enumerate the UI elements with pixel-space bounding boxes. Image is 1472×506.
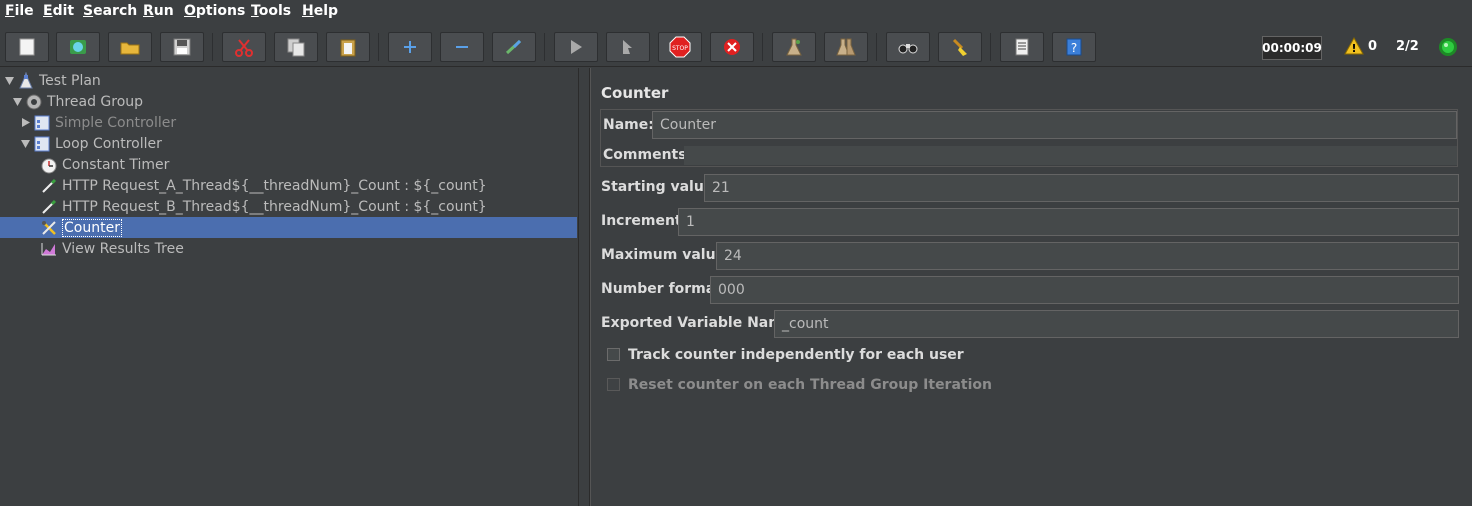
menu-help[interactable]: Help [302,3,338,19]
clear-icon [784,37,804,57]
svg-text:?: ? [1071,41,1077,55]
timer-icon [40,156,58,174]
collapse-icon [454,39,470,55]
new-icon [17,37,37,57]
split-pane-divider[interactable] [578,68,590,506]
tree-node-thread-group[interactable]: Thread Group [12,91,143,112]
comments-label: Comments: [603,147,693,163]
tree-node-loop-controller[interactable]: Loop Controller [20,133,162,154]
controller-icon [33,135,51,153]
toggle-icon [504,37,524,57]
collapsed-arrow-icon[interactable] [20,117,31,128]
tree-node-http-request-b[interactable]: HTTP Request_B_Thread${__threadNum}_Coun… [40,196,487,217]
starting-value-label: Starting value [601,179,714,195]
reset-counter-label: Reset counter on each Thread Group Itera… [628,377,992,393]
status-indicator-icon [1438,37,1458,61]
svg-text:STOP: STOP [672,45,688,52]
copy-icon [286,37,306,57]
active-threads: 2/2 [1396,39,1419,54]
warning-icon[interactable]: ! [1344,36,1364,59]
cut-icon [234,37,254,57]
menu-tools[interactable]: Tools [251,3,291,19]
open-icon [119,37,141,57]
elapsed-timer: 00:00:09 [1262,36,1322,60]
number-format-label: Number format [601,281,722,297]
increment-input[interactable]: 1 [678,208,1459,236]
name-input[interactable]: Counter [652,111,1457,139]
menu-run[interactable]: Run [143,3,174,19]
toolbar: STOP ? [0,27,1472,67]
tree-node-constant-timer[interactable]: Constant Timer [40,154,169,175]
tree-node-test-plan[interactable]: Test Plan [4,70,101,91]
panel-title: Counter [601,84,669,102]
clear-all-icon [835,37,857,57]
increment-label: Increment [601,213,682,229]
warning-count: 0 [1368,39,1378,54]
reset-search-button[interactable] [938,32,982,62]
pipette-icon [40,198,58,216]
save-icon [172,37,192,57]
gear-icon [25,93,43,111]
menu-search[interactable]: Search [83,3,137,19]
stop-button[interactable]: STOP [658,32,702,62]
start-no-pauses-button[interactable] [606,32,650,62]
track-counter-checkbox[interactable] [607,348,620,361]
help-button[interactable]: ? [1052,32,1096,62]
start-no-pause-icon [620,38,636,56]
expanded-arrow-icon[interactable] [20,138,31,149]
toggle-button[interactable] [492,32,536,62]
menu-bar: File Edit Search Run Options Tools Help [0,0,1472,23]
reset-search-icon [950,37,970,57]
number-format-input[interactable]: 000 [710,276,1459,304]
function-helper-button[interactable] [1000,32,1044,62]
results-icon [40,240,58,258]
svg-text:!: ! [1351,42,1356,55]
expand-icon [402,39,418,55]
shutdown-icon [722,37,742,57]
paste-button[interactable] [326,32,370,62]
controller-icon [33,114,51,132]
save-button[interactable] [160,32,204,62]
stop-icon: STOP [669,36,691,58]
maximum-value-input[interactable]: 24 [716,242,1459,270]
starting-value-input[interactable]: 21 [704,174,1459,202]
start-button[interactable] [554,32,598,62]
tree-node-http-request-a[interactable]: HTTP Request_A_Thread${__threadNum}_Coun… [40,175,487,196]
exported-variable-input[interactable]: _count [774,310,1459,338]
expand-all-button[interactable] [388,32,432,62]
templates-button[interactable] [56,32,100,62]
menu-file[interactable]: File [5,3,34,19]
copy-button[interactable] [274,32,318,62]
cut-button[interactable] [222,32,266,62]
track-counter-label: Track counter independently for each use… [628,347,964,363]
maximum-value-label: Maximum value [601,247,726,263]
search-icon [897,39,919,55]
expanded-arrow-icon[interactable] [4,75,15,86]
pipette-icon [40,177,58,195]
help-icon: ? [1065,37,1083,57]
search-button[interactable] [886,32,930,62]
function-helper-icon [1012,37,1032,57]
reset-counter-checkbox[interactable] [607,378,620,391]
menu-options[interactable]: Options [184,3,245,19]
clear-all-button[interactable] [824,32,868,62]
tree-node-counter[interactable]: Counter [40,217,122,238]
exported-variable-label: Exported Variable Name [601,315,793,331]
comments-input[interactable] [684,146,1457,165]
test-plan-icon [17,71,35,90]
clear-button[interactable] [772,32,816,62]
shutdown-button[interactable] [710,32,754,62]
paste-icon [338,37,358,57]
templates-icon [68,37,88,57]
tree-node-simple-controller[interactable]: Simple Controller [20,112,176,133]
counter-icon [40,219,58,237]
name-label: Name: [603,117,654,133]
tree-node-view-results-tree[interactable]: View Results Tree [40,238,184,259]
collapse-all-button[interactable] [440,32,484,62]
start-icon [568,38,584,56]
expanded-arrow-icon[interactable] [12,96,23,107]
open-button[interactable] [108,32,152,62]
new-button[interactable] [5,32,49,62]
menu-edit[interactable]: Edit [43,3,74,19]
